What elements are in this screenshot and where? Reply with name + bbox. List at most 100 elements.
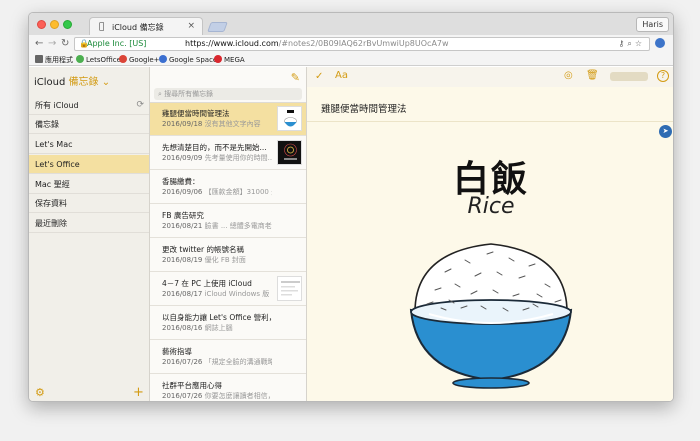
zoom-icon[interactable]: ⌕ xyxy=(627,39,634,48)
bookmark-google-plus[interactable]: Google+ xyxy=(119,55,160,64)
google-plus-icon xyxy=(119,55,127,63)
page-icon xyxy=(76,55,84,63)
sidebar-item-notes[interactable]: 備忘錄 xyxy=(29,115,149,134)
note-meta: 2016/08/17 iCloud Windows 版 xyxy=(162,289,272,299)
note-meta: 2016/07/26 「規定全臉的溝通戰略，運... xyxy=(162,357,272,367)
sidebar-item-lets-mac[interactable]: Let's Mac xyxy=(29,135,149,154)
bookmark-label: MEGA xyxy=(224,56,245,64)
note-snippet: 「規定全臉的溝通戰略，運... xyxy=(204,358,272,366)
back-icon[interactable]: ← xyxy=(35,38,43,49)
notes-app: iCloud 備忘錄 ⌄ 所有 iCloud ⟳ 備忘錄 Let's Mac Le… xyxy=(29,67,673,401)
sidebar-item-label: 保存資料 xyxy=(35,199,67,208)
bookmarks-bar: 應用程式 LetsOffice Google+ Google Spaces ME… xyxy=(29,53,673,66)
tab-close-icon[interactable]: × xyxy=(187,21,195,31)
apple-icon:  xyxy=(99,22,104,32)
note-title: 雞腿便當時間管理法 xyxy=(162,109,230,118)
key-icon[interactable]: ⚷ xyxy=(618,39,627,48)
url-path: /#notes2/0B09IAQ62rBvUmwiUp8UOcA7w xyxy=(278,39,449,48)
note-date: 2016/09/09 xyxy=(162,154,203,162)
url-text: https://www.icloud.com/#notes2/0B09IAQ62… xyxy=(185,38,449,50)
collaborate-icon[interactable]: ◎ xyxy=(564,70,573,81)
note-thumbnail xyxy=(277,106,302,131)
url-host: https://www.icloud.com xyxy=(185,39,279,48)
note-snippet: 【匯款金額】31000 元 xyxy=(204,188,272,196)
sync-spinner-icon: ⟳ xyxy=(136,100,144,110)
list-item[interactable]: 以自身能力讓 Let's Office 營利，... 2016/08/16 網誌… xyxy=(150,307,306,340)
note-snippet: 先考量使用你的時間... xyxy=(204,154,272,162)
user-menu[interactable] xyxy=(610,72,648,81)
sidebar-item-recently-deleted[interactable]: 最近刪除 xyxy=(29,214,149,233)
search-placeholder: 搜尋所有備忘錄 xyxy=(164,90,214,98)
chevron-down-icon[interactable]: ⌄ xyxy=(99,77,110,88)
bookmark-label: LetsOffice xyxy=(86,56,121,64)
share-location-icon[interactable]: ➤ xyxy=(659,125,672,138)
sidebar-item-mac-bible[interactable]: Mac 聖經 xyxy=(29,175,149,194)
note-date: 2016/08/21 xyxy=(162,222,203,230)
zoom-window-button[interactable] xyxy=(63,20,72,29)
note-meta: 2016/09/09 先考量使用你的時間... xyxy=(162,153,272,163)
sidebar-item-all-icloud[interactable]: 所有 iCloud ⟳ xyxy=(29,96,149,115)
note-meta: 2016/09/18 沒有其他文字內容 xyxy=(162,119,272,129)
list-item[interactable]: 香腸繳費： 2016/09/06 【匯款金額】31000 元 xyxy=(150,171,306,204)
compose-icon[interactable]: ✎ xyxy=(291,71,300,84)
bookmark-google-spaces[interactable]: Google Spaces xyxy=(159,55,221,64)
sidebar-item-lets-office[interactable]: Let's Office xyxy=(29,155,149,174)
list-item[interactable]: 4－7 在 PC 上使用 iCloud 2016/08/17 iCloud Wi… xyxy=(150,273,306,306)
icloud-brand: iCloud xyxy=(34,77,66,88)
note-date: 2016/08/17 xyxy=(162,290,203,298)
google-spaces-icon xyxy=(159,55,167,63)
list-item[interactable]: 更改 twitter 的帳號名稱 2016/08/19 優化 FB 封面 xyxy=(150,239,306,272)
note-snippet: 你要怎麼讓讀者相信，讀... xyxy=(204,392,272,400)
app-header: iCloud 備忘錄 ⌄ xyxy=(34,73,110,88)
bookmark-mega[interactable]: MEGA xyxy=(214,55,245,64)
rice-bowl-illustration xyxy=(409,243,573,389)
list-item[interactable]: 藝術指導 2016/07/26 「規定全臉的溝通戰略，運... xyxy=(150,341,306,374)
app-name-menu[interactable]: 備忘錄 xyxy=(69,77,99,88)
tab-strip:  iCloud 備忘錄 × Haris xyxy=(29,13,673,36)
extension-icon[interactable] xyxy=(655,38,665,48)
browser-menu-icon[interactable]: ⋮ xyxy=(669,37,673,48)
list-item[interactable]: 社群平台應用心得 2016/07/26 你要怎麼讓讀者相信，讀... xyxy=(150,375,306,401)
settings-gear-icon[interactable]: ⚙ xyxy=(35,386,45,399)
note-date: 2016/07/26 xyxy=(162,392,203,400)
bookmark-letsoffice[interactable]: LetsOffice xyxy=(76,55,121,64)
bookmark-apps[interactable]: 應用程式 xyxy=(35,55,73,65)
close-window-button[interactable] xyxy=(37,20,46,29)
note-date: 2016/08/16 xyxy=(162,324,203,332)
folders-sidebar: iCloud 備忘錄 ⌄ 所有 iCloud ⟳ 備忘錄 Let's Mac Le… xyxy=(29,67,150,401)
checklist-icon[interactable]: ✓ xyxy=(315,71,323,82)
profile-button[interactable]: Haris xyxy=(636,17,669,32)
forward-icon[interactable]: → xyxy=(48,38,56,49)
sidebar-item-label: 備忘錄 xyxy=(35,120,59,129)
sidebar-item-saved-data[interactable]: 保存資料 xyxy=(29,194,149,213)
text-format-icon[interactable]: Aa xyxy=(335,70,348,81)
address-bar[interactable]: 🔒 Apple Inc. [US] https://www.icloud.com… xyxy=(74,37,650,51)
image-title-english: Rice xyxy=(467,194,515,219)
add-folder-icon[interactable]: + xyxy=(133,385,144,400)
note-meta: 2016/08/19 優化 FB 封面 xyxy=(162,255,272,265)
list-item[interactable]: 先想清楚目的，而不是先開始... 2016/09/09 先考量使用你的時間... xyxy=(150,137,306,170)
secure-label: Apple Inc. [US] xyxy=(87,39,147,48)
mega-icon xyxy=(214,55,222,63)
trash-icon[interactable]: 🗑 xyxy=(586,70,599,81)
browser-window:  iCloud 備忘錄 × Haris ← → ↻ 🔒 Apple Inc. … xyxy=(28,12,674,402)
bookmark-star-icon[interactable]: ☆ xyxy=(635,39,645,48)
list-item[interactable]: FB 廣告研究 2016/08/21 臉書 ... 總體多電商老闆們文... xyxy=(150,205,306,238)
note-snippet: 網誌上腦 xyxy=(204,324,233,332)
note-title: 社群平台應用心得 xyxy=(162,381,222,390)
minimize-window-button[interactable] xyxy=(50,20,59,29)
apps-grid-icon xyxy=(35,55,43,63)
note-meta: 2016/08/21 臉書 ... 總體多電商老闆們文... xyxy=(162,221,272,231)
note-editor: ✓ Aa ◎ 🗑 ? 雞腿便當時間管理法 白飯 Rice ➤ xyxy=(307,67,673,401)
reload-icon[interactable]: ↻ xyxy=(61,38,69,49)
help-icon[interactable]: ? xyxy=(657,70,669,82)
sidebar-item-label: Let's Office xyxy=(35,160,80,169)
new-tab-button[interactable] xyxy=(207,22,228,32)
sidebar-item-label: 最近刪除 xyxy=(35,219,67,228)
list-item[interactable]: 雞腿便當時間管理法 2016/09/18 沒有其他文字內容 xyxy=(150,103,306,136)
note-title-heading[interactable]: 雞腿便當時間管理法 xyxy=(321,101,407,115)
search-input[interactable]: ⌕ 搜尋所有備忘錄 xyxy=(154,88,302,100)
note-snippet: 沒有其他文字內容 xyxy=(204,120,261,128)
note-title: 4－7 在 PC 上使用 iCloud xyxy=(162,279,252,288)
tab-icloud-notes[interactable]:  iCloud 備忘錄 × xyxy=(89,17,203,36)
